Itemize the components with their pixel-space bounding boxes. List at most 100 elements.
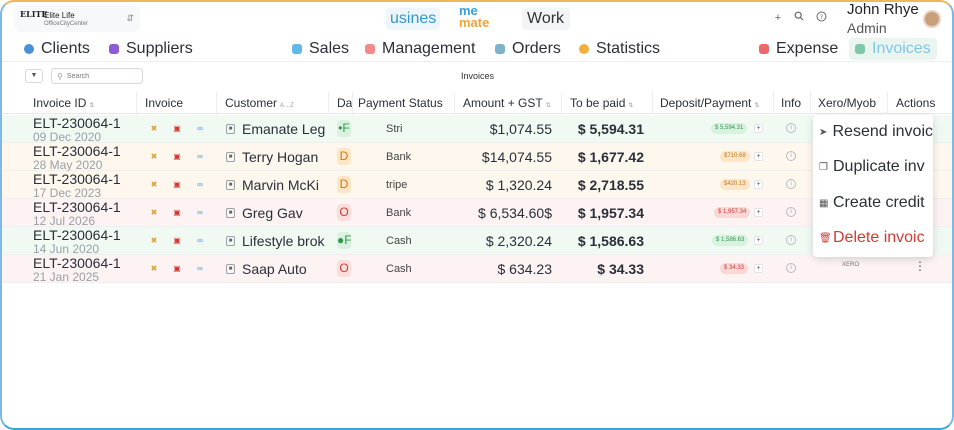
customer-type-icon: ■ — [226, 208, 235, 218]
page-title: Invoices — [461, 71, 495, 81]
col-amount-gst[interactable]: Amount + GST ⇅ — [459, 92, 562, 114]
col-actions: Actions — [896, 96, 936, 110]
wand-icon[interactable]: ✖ — [149, 180, 159, 190]
nav-item-invoices[interactable]: Invoices — [849, 38, 937, 60]
nav-item-expense[interactable]: Expense — [759, 38, 838, 60]
customer-name[interactable]: Lifestyle brok — [242, 227, 328, 255]
table-row[interactable]: ELT-230064-1 21 Jan 2025 ✖ ▣ ∞ ■ Saap Auto O Cas… — [2, 255, 952, 283]
link-icon[interactable]: ∞ — [195, 208, 205, 218]
invoice-date: 09 Dec 2020 — [33, 130, 102, 143]
send-icon: ➤ — [819, 126, 828, 138]
memate-logo[interactable]: me mate — [459, 4, 499, 33]
customer-name[interactable]: Greg Gav — [242, 199, 328, 227]
add-payment-icon[interactable]: + — [754, 180, 763, 189]
col-invoice-id[interactable]: Invoice ID ⇅ — [29, 92, 137, 114]
suppliers-icon — [109, 44, 119, 54]
organization-switcher[interactable]: ELITE Elite Life OfficeCityCenter ⇵ — [14, 6, 140, 32]
pdf-icon[interactable]: ▣ — [172, 180, 182, 190]
app-tab-business[interactable]: usines — [386, 8, 440, 30]
status-badge: •F — [337, 120, 351, 137]
info-icon[interactable]: i — [786, 263, 796, 273]
avatar[interactable] — [923, 10, 941, 28]
info-icon[interactable]: i — [786, 179, 796, 189]
table-toolbar: ▼ ⚲ Invoices — [2, 64, 952, 88]
pdf-icon[interactable]: ▣ — [172, 152, 182, 162]
link-icon[interactable]: ∞ — [195, 124, 205, 134]
pdf-icon[interactable]: ▣ — [172, 208, 182, 218]
sort-icon[interactable]: A→Z — [280, 103, 294, 109]
info-icon[interactable]: i — [786, 207, 796, 217]
to-be-paid: $ 5,594.31 — [577, 121, 644, 137]
wand-icon[interactable]: ✖ — [149, 236, 159, 246]
copy-icon: ❐ — [819, 161, 828, 173]
nav-item-suppliers[interactable]: Suppliers — [109, 38, 193, 60]
amount-gst: $ 6,534.60$ — [478, 205, 552, 221]
pdf-icon[interactable]: ▣ — [172, 236, 182, 246]
plus-icon[interactable]: + — [771, 11, 785, 25]
clients-icon — [24, 44, 34, 54]
sort-icon[interactable]: ⇅ — [546, 103, 551, 109]
table-row[interactable]: ELT-230064-1 14 Jun 2020 ✖ ▣ ∞ ■ Lifestyle bro… — [2, 227, 952, 255]
link-icon[interactable]: ∞ — [195, 236, 205, 246]
to-be-paid: $ 1,586.63 — [577, 233, 644, 249]
sort-icon[interactable]: ⇅ — [628, 103, 633, 109]
wand-icon[interactable]: ✖ — [149, 264, 159, 274]
sort-icon[interactable]: ⇅ — [754, 103, 759, 109]
payment-status: tripe — [386, 179, 408, 191]
add-payment-icon[interactable]: + — [754, 264, 763, 273]
nav-item-statistics[interactable]: Statistics — [579, 38, 660, 60]
table-row[interactable]: ELT-230064-1 17 Dec 2023 ✖ ▣ ∞ ■ Marvin McKi Dt… — [2, 171, 952, 199]
pdf-icon[interactable]: ▣ — [172, 124, 182, 134]
menu-item-resend[interactable]: ➤ Resend invoic — [813, 117, 933, 147]
customer-name[interactable]: Terry Hogan — [242, 143, 328, 171]
add-payment-icon[interactable]: + — [754, 124, 763, 133]
col-invoice: Invoice — [141, 92, 217, 114]
link-icon[interactable]: ∞ — [195, 152, 205, 162]
col-deposit-payment[interactable]: Deposit/Payment ⇅ — [656, 92, 774, 114]
menu-item-create-credit[interactable]: ▦ Create credit — [813, 188, 933, 218]
filter-button[interactable]: ▼ — [25, 69, 43, 83]
table-row[interactable]: ELT-230064-1 28 May 2020 ✖ ▣ ∞ ■ Terry Hogan D B… — [2, 143, 952, 171]
wand-icon[interactable]: ✖ — [149, 208, 159, 218]
status-badge: O — [337, 204, 351, 221]
menu-item-delete[interactable]: 🗑 Delete invoic — [813, 223, 933, 253]
menu-item-duplicate[interactable]: ❐ Duplicate inv — [813, 152, 933, 182]
link-icon[interactable]: ∞ — [195, 264, 205, 274]
sort-icon[interactable]: ⇅ — [89, 103, 94, 109]
add-payment-icon[interactable]: + — [754, 208, 763, 217]
table-row[interactable]: ELT-230064-1 12 Jul 2026 ✖ ▣ ∞ ■ Greg Gav O Bank… — [2, 199, 952, 227]
search-box[interactable]: ⚲ — [51, 68, 143, 84]
search-input[interactable] — [66, 72, 137, 80]
pdf-icon[interactable]: ▣ — [172, 264, 182, 274]
customer-name[interactable]: Emanate Leg — [242, 115, 328, 143]
nav-item-clients[interactable]: Clients — [24, 38, 90, 60]
nav-item-sales[interactable]: Sales — [292, 38, 349, 60]
customer-name[interactable]: Saap Auto — [242, 255, 328, 283]
xero-tag: XERO — [842, 262, 860, 268]
nav-item-orders[interactable]: Orders — [495, 38, 561, 60]
link-icon[interactable]: ∞ — [195, 180, 205, 190]
payment-status: Stri — [386, 123, 403, 135]
more-actions-icon[interactable]: ⋮ — [914, 259, 926, 273]
col-to-be-paid[interactable]: To be paid ⇅ — [566, 92, 653, 114]
user-name: John Rhye — [847, 1, 919, 18]
add-payment-icon[interactable]: + — [754, 236, 763, 245]
deposit-pill: $ 1,957.34 — [714, 207, 751, 218]
wand-icon[interactable]: ✖ — [149, 124, 159, 134]
add-payment-icon[interactable]: + — [754, 152, 763, 161]
search-icon: ⚲ — [57, 71, 63, 81]
app-tab-work[interactable]: Work — [522, 8, 570, 30]
help-icon[interactable]: ? — [814, 11, 828, 25]
wand-icon[interactable]: ✖ — [149, 152, 159, 162]
customer-name[interactable]: Marvin McKi — [242, 171, 328, 199]
col-customer[interactable]: Customer A→Z — [221, 92, 329, 114]
management-icon — [365, 44, 375, 54]
table-row[interactable]: ELT-230064-1 09 Dec 2020 ✖ ▣ ∞ ■ Emanate Leg •F… — [2, 115, 952, 143]
search-icon[interactable] — [792, 11, 806, 25]
user-profile[interactable]: John Rhye Admin — [847, 1, 919, 36]
info-icon[interactable]: i — [786, 235, 796, 245]
info-icon[interactable]: i — [786, 151, 796, 161]
info-icon[interactable]: i — [786, 123, 796, 133]
to-be-paid: $ 1,677.42 — [577, 149, 644, 165]
nav-item-management[interactable]: Management — [365, 38, 475, 60]
